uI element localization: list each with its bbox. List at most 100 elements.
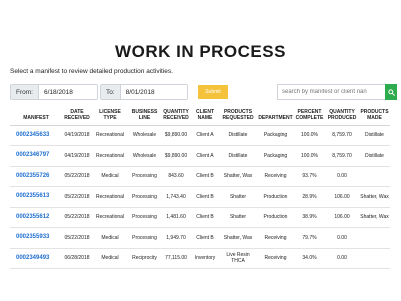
cell-products-requested: Distillate (219, 145, 257, 167)
header-department[interactable]: DEPARTMENT (257, 108, 294, 126)
page-subtitle: Select a manifest to review detailed pro… (10, 68, 173, 75)
cell-date-received: 05/22/2018 (62, 227, 92, 249)
cell-client-name: Client B (191, 227, 219, 249)
cell-department: Packaging (257, 145, 294, 167)
cell-products-made: Shatter, Wax (359, 207, 390, 228)
from-date-group: From: (10, 84, 98, 100)
cell-quantity-received: $9,890.00 (161, 145, 191, 167)
submit-button[interactable]: Submit (198, 85, 228, 99)
cell-business-line: Processing (128, 186, 161, 208)
table-row[interactable]: 0002346797 04/19/2018 Recreational Wholesal… (10, 145, 390, 167)
cell-quantity-received: 77,115.00 (161, 248, 191, 269)
cell-client-name: Client B (191, 207, 219, 228)
manifest-link[interactable]: 0002355933 (16, 234, 49, 240)
header-products-requested[interactable]: PRODUCTS REQUESTED (219, 108, 257, 126)
cell-quantity-received: 1,743.40 (161, 186, 191, 208)
cell-department: Receiving (257, 248, 294, 269)
cell-products-made (359, 248, 390, 269)
manifest-link[interactable]: 0002346797 (16, 152, 49, 158)
cell-products-made (359, 227, 390, 249)
cell-license-type: Recreational (92, 145, 128, 167)
cell-products-requested: Live Resin THCA (219, 248, 257, 269)
table-row[interactable]: 0002355726 05/22/2018 Medical Processing 843… (10, 166, 390, 187)
cell-percent-complete: 93.7% (294, 166, 325, 187)
cell-manifest: 0002355726 (10, 166, 62, 187)
table-header-row: MANIFEST DATE RECEIVED LICENSE TYPE BUSI… (10, 108, 390, 126)
manifest-link[interactable]: 0002355726 (16, 173, 49, 179)
header-quantity-produced[interactable]: QUANTITY PRODUCED (325, 108, 359, 126)
from-date-input[interactable] (38, 85, 97, 99)
cell-quantity-received: 1,949.70 (161, 227, 191, 249)
cell-business-line: Processing (128, 227, 161, 249)
manifest-link[interactable]: 0002355613 (16, 193, 49, 199)
cell-department: Packaging (257, 125, 294, 146)
cell-manifest: 0002355613 (10, 186, 62, 208)
cell-date-received: 05/22/2018 (62, 186, 92, 208)
table-body: 0002345633 04/19/2018 Recreational Wholesal… (10, 125, 390, 269)
header-business-line[interactable]: BUSINESS LINE (128, 108, 161, 126)
manifest-link[interactable]: 0002355612 (16, 214, 49, 220)
cell-percent-complete: 38.9% (294, 207, 325, 228)
cell-products-requested: Shatter, Wax (219, 166, 257, 187)
cell-products-made (359, 166, 390, 187)
cell-date-received: 04/19/2018 (62, 125, 92, 146)
from-label: From: (11, 85, 39, 99)
table-row[interactable]: 0002355612 05/22/2018 Recreational Processi… (10, 207, 390, 228)
header-date-received[interactable]: DATE RECEIVED (62, 108, 92, 126)
cell-department: Production (257, 186, 294, 208)
cell-client-name: Client A (191, 145, 219, 167)
cell-products-requested: Distillate (219, 125, 257, 146)
cell-date-received: 04/19/2018 (62, 145, 92, 167)
cell-manifest: 0002355612 (10, 207, 62, 228)
cell-business-line: Wholesale (128, 145, 161, 167)
cell-percent-complete: 28.9% (294, 186, 325, 208)
search-button[interactable] (385, 84, 397, 100)
to-label: To: (101, 85, 121, 99)
manifest-link[interactable]: 0002349493 (16, 255, 49, 261)
cell-quantity-received: 843.60 (161, 166, 191, 187)
cell-products-made: Distillate (359, 145, 390, 167)
cell-license-type: Medical (92, 166, 128, 187)
search-icon (387, 88, 395, 96)
cell-percent-complete: 79.7% (294, 227, 325, 249)
search-input[interactable] (277, 84, 385, 100)
cell-client-name: Inventory (191, 248, 219, 269)
header-quantity-received[interactable]: QUANTITY RECEIVED (161, 108, 191, 126)
search-box (277, 84, 397, 100)
table-row[interactable]: 0002349493 06/28/2018 Medical Reciprocity 77… (10, 248, 390, 269)
cell-manifest: 0002349493 (10, 248, 62, 269)
cell-quantity-produced: 8,759.70 (325, 145, 359, 167)
table-row[interactable]: 0002355613 05/22/2018 Recreational Processi… (10, 186, 390, 208)
cell-products-requested: Shatter, Wax (219, 227, 257, 249)
cell-products-made: Shatter, Wax (359, 186, 390, 208)
cell-manifest: 0002345633 (10, 125, 62, 146)
cell-quantity-produced: 8,759.70 (325, 125, 359, 146)
manifest-link[interactable]: 0002345633 (16, 132, 49, 138)
cell-license-type: Medical (92, 227, 128, 249)
cell-department: Receiving (257, 227, 294, 249)
cell-products-requested: Shatter (219, 207, 257, 228)
cell-license-type: Recreational (92, 186, 128, 208)
cell-percent-complete: 34.0% (294, 248, 325, 269)
header-percent-complete[interactable]: PERCENT COMPLETE (294, 108, 325, 126)
cell-products-requested: Shatter (219, 186, 257, 208)
table-row[interactable]: 0002355933 05/22/2018 Medical Processing 1,9… (10, 227, 390, 249)
header-manifest[interactable]: MANIFEST (10, 108, 62, 126)
cell-quantity-received: 1,481.60 (161, 207, 191, 228)
table-row[interactable]: 0002345633 04/19/2018 Recreational Wholesal… (10, 125, 390, 146)
header-client-name[interactable]: CLIENT NAME (191, 108, 219, 126)
cell-products-made: Distillate (359, 125, 390, 146)
header-license-type[interactable]: LICENSE TYPE (92, 108, 128, 126)
cell-quantity-received: $9,890.00 (161, 125, 191, 146)
cell-quantity-produced: 106.00 (325, 186, 359, 208)
to-date-input[interactable] (120, 85, 187, 99)
cell-date-received: 05/22/2018 (62, 207, 92, 228)
cell-percent-complete: 100.0% (294, 145, 325, 167)
cell-license-type: Recreational (92, 207, 128, 228)
cell-percent-complete: 100.0% (294, 125, 325, 146)
header-products-made[interactable]: PRODUCTS MADE (359, 108, 390, 126)
filter-bar: From: To: Submit (10, 84, 397, 100)
cell-business-line: Wholesale (128, 125, 161, 146)
cell-manifest: 0002346797 (10, 145, 62, 167)
to-date-group: To: (100, 84, 188, 100)
